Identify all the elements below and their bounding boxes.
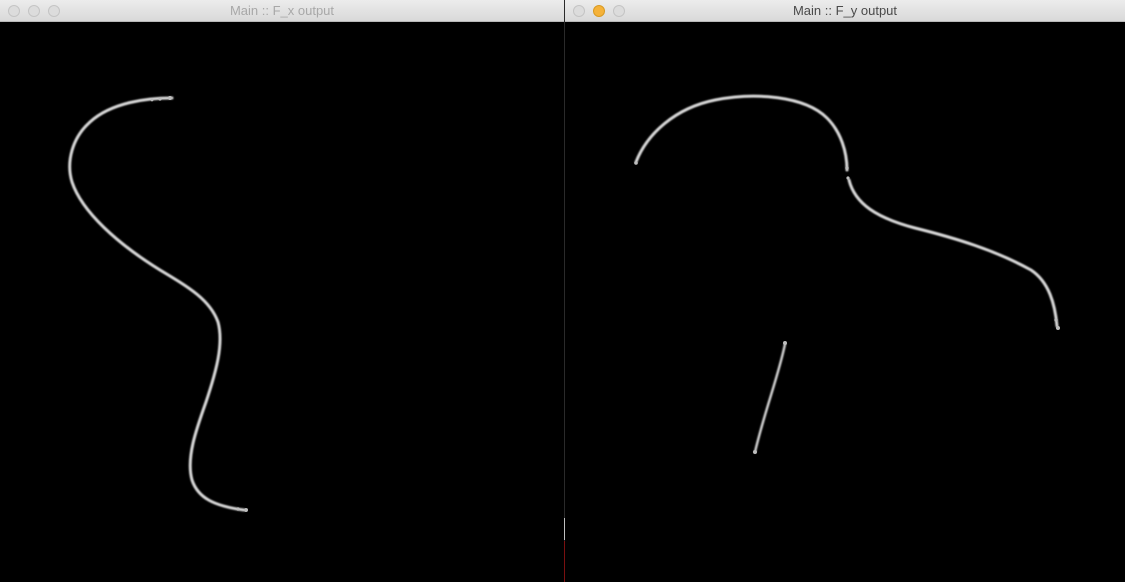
- curve-dot: [846, 176, 850, 180]
- title-bar[interactable]: Main :: F_x output: [0, 0, 564, 22]
- window-fy-output[interactable]: Main :: F_y output: [565, 0, 1125, 582]
- curve-dot: [783, 341, 787, 345]
- window-title: Main :: F_y output: [792, 3, 898, 18]
- output-canvas: [565, 22, 1125, 582]
- curve-dot: [1054, 318, 1058, 322]
- curve-dot: [244, 508, 248, 512]
- curve-dot: [845, 166, 849, 170]
- title-bar[interactable]: Main :: F_y output: [565, 0, 1125, 22]
- curve-stroke: [753, 342, 787, 454]
- output-canvas: [0, 22, 564, 582]
- curve-endpoints: [150, 96, 248, 512]
- window-fx-output[interactable]: Main :: F_x output: [0, 0, 564, 582]
- curve-stroke: [68, 96, 246, 512]
- curve-dot: [158, 97, 162, 101]
- curve-dot: [1056, 326, 1060, 330]
- curve-stroke: [634, 94, 849, 172]
- curve-dot: [236, 507, 240, 511]
- desktop: Main :: F_x output Main:: F_y output: [0, 0, 1125, 582]
- curve-dot: [753, 450, 757, 454]
- curve-plot: [68, 96, 248, 512]
- curve-dot: [168, 96, 172, 100]
- curve-dot: [150, 98, 154, 102]
- window-title: Main :: F_x output: [229, 3, 335, 18]
- curve-dot: [634, 161, 638, 165]
- curve-endpoints: [634, 161, 1060, 454]
- curve-plot: [634, 94, 1060, 454]
- curve-stroke: [847, 178, 1059, 328]
